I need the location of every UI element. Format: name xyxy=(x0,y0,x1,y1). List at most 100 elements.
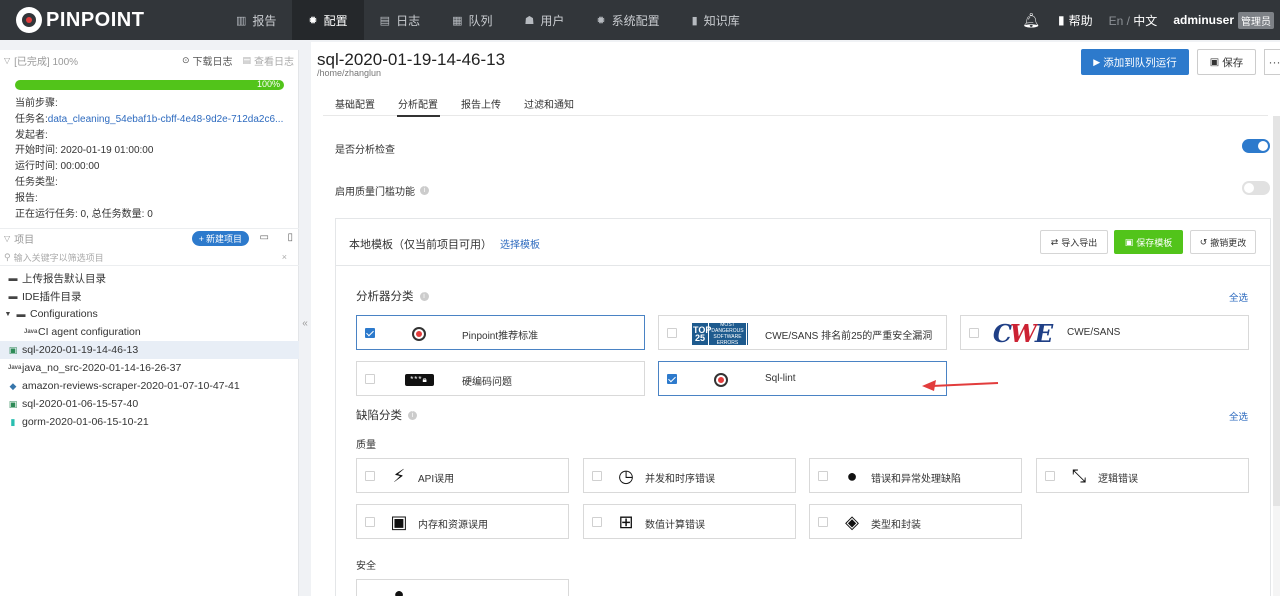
logo-text: PINPOINT xyxy=(46,8,145,31)
defect-card-logic[interactable]: ⤡ 逻辑错误 xyxy=(1036,458,1249,493)
analyzer-card-pinpoint[interactable]: Pinpoint推荐标准 xyxy=(356,315,645,350)
checkbox[interactable] xyxy=(365,517,375,527)
checkbox[interactable] xyxy=(592,471,602,481)
cwe-top25-logo-icon: TOP 25 MOST DANGEROUS SOFTWARE ERRORS xyxy=(691,320,749,347)
info-icon[interactable]: i xyxy=(420,186,429,195)
save-button[interactable]: ▣ 保存 xyxy=(1197,49,1256,75)
checkbox[interactable] xyxy=(592,517,602,527)
checkbox[interactable] xyxy=(365,328,375,338)
tab-basic-config[interactable]: 基础配置 xyxy=(323,94,386,116)
checkbox[interactable] xyxy=(1045,471,1055,481)
tree-item-gorm[interactable]: ▮ gorm-2020-01-06-15-10-21 xyxy=(0,413,299,431)
config-tabs: 基础配置 分析配置 报告上传 过滤和通知 xyxy=(323,94,1268,117)
checkbox[interactable] xyxy=(969,328,979,338)
trash-icon[interactable]: ▯ xyxy=(287,232,293,243)
help-link[interactable]: ▮ 帮助 xyxy=(1058,12,1093,29)
new-project-button[interactable]: + 新建项目 xyxy=(191,231,249,246)
chip-icon: ▣ xyxy=(390,512,408,532)
analysis-check-toggle[interactable] xyxy=(1242,139,1270,153)
tree-item-amazon[interactable]: ◆ amazon-reviews-scraper-2020-01-07-10-47… xyxy=(0,377,299,395)
view-log-button[interactable]: ▤ 查看日志 xyxy=(242,53,294,68)
quality-gate-toggle[interactable] xyxy=(1242,181,1270,195)
save-template-button[interactable]: ▣ 保存模板 xyxy=(1114,230,1183,254)
scrollbar-thumb[interactable] xyxy=(1273,116,1280,506)
folder-icon: ▬ xyxy=(8,273,18,283)
undo-icon: ↺ xyxy=(1199,236,1208,247)
tree-item-upload-default[interactable]: ▬ 上传报告默认目录 xyxy=(0,269,299,287)
info-icon[interactable]: i xyxy=(419,291,429,301)
checkbox[interactable] xyxy=(667,328,677,338)
undo-changes-button[interactable]: ↺ 撤销更改 xyxy=(1190,230,1256,254)
analyzer-card-hardcode[interactable]: ***🔒︎ 硬编码问题 xyxy=(356,361,645,396)
bell-icon[interactable]: 🔔︎ xyxy=(1022,12,1040,29)
info-icon[interactable]: i xyxy=(408,410,417,420)
password-icon: ***🔒︎ xyxy=(403,367,435,392)
top-nav: PINPOINT ▥ 报告 ✹ 配置 ▤ 日志 ▦ 队列 ☗ 用户 ✹ 系统配置 ▮ 知识库 … xyxy=(0,0,1280,40)
folder-open-icon[interactable]: ▭ xyxy=(260,232,269,243)
task-status-header: ▽ [已完成] 100% ⊙ 下载日志 ▤ 查看日志 xyxy=(0,50,298,70)
chevron-down-icon[interactable]: ▼ xyxy=(4,311,12,318)
nav-item-system-config[interactable]: ✹ 系统配置 xyxy=(580,0,675,40)
clock-icon: ◷ xyxy=(618,466,634,486)
java-icon: Java xyxy=(8,365,22,371)
defect-card-memory[interactable]: ▣ 内存和资源误用 xyxy=(356,504,569,539)
nav-item-reports[interactable]: ▥ 报告 xyxy=(220,0,292,40)
role-badge: 管理员 xyxy=(1238,11,1274,29)
checkbox[interactable] xyxy=(365,471,375,481)
gear-icon: ✹ xyxy=(596,14,606,27)
tab-analysis-config[interactable]: 分析配置 xyxy=(386,94,449,117)
defect-card-security-first[interactable]: ● xyxy=(356,579,569,596)
user-name[interactable]: adminuser xyxy=(1173,13,1234,27)
app-logo[interactable]: PINPOINT xyxy=(0,0,220,40)
tree-item-ci-agent[interactable]: Java CI agent configuration xyxy=(0,323,299,341)
nav-item-logs[interactable]: ▤ 日志 xyxy=(364,0,436,40)
tree-item-sql-selected[interactable]: ▣ sql-2020-01-19-14-46-13 xyxy=(0,341,299,359)
cwe-logo-icon: CWE xyxy=(992,319,1053,348)
download-log-button[interactable]: ⊙ 下载日志 xyxy=(182,53,233,68)
task-name-link[interactable]: data_cleaning_54ebaf1b-cbff-4e48-9d2e-71… xyxy=(48,114,284,125)
nav-item-queue[interactable]: ▦ 队列 xyxy=(436,0,508,40)
sidebar: ▽ [已完成] 100% ⊙ 下载日志 ▤ 查看日志 100% 当前步骤: 任务名:… xyxy=(0,50,299,596)
python-icon: ◆ xyxy=(9,380,17,391)
tab-filter-notify[interactable]: 过滤和通知 xyxy=(512,94,585,116)
compress-arrows-icon: ⤡ xyxy=(1071,466,1087,486)
quality-subtitle: 质量 xyxy=(356,440,376,451)
analyzer-card-sql-lint[interactable]: Sql-lint xyxy=(658,361,947,396)
defect-card-numeric[interactable]: ⊞ 数值计算错误 xyxy=(583,504,796,539)
folder-open-icon: ▬ xyxy=(16,309,26,319)
nav-item-knowledge[interactable]: ▮ 知识库 xyxy=(676,0,756,40)
task-progress-bar: 100% xyxy=(15,79,284,90)
language-switch[interactable]: En / 中文 xyxy=(1109,12,1158,29)
defect-card-concurrency[interactable]: ◷ 并发和时序错误 xyxy=(583,458,796,493)
tree-item-sql-0106[interactable]: ▣ sql-2020-01-06-15-57-40 xyxy=(0,395,299,413)
tree-item-configurations[interactable]: ▼ ▬ Configurations xyxy=(0,305,299,323)
defect-select-all[interactable]: 全选 xyxy=(1229,409,1248,423)
collapse-sidebar-icon[interactable]: « xyxy=(299,316,311,330)
defect-card-types[interactable]: ◈ 类型和封装 xyxy=(809,504,1022,539)
nav-item-users[interactable]: ☗ 用户 xyxy=(509,0,581,40)
tree-item-ide-plugin[interactable]: ▬ IDE插件目录 xyxy=(0,287,299,305)
checkbox[interactable] xyxy=(818,517,828,527)
analyzer-select-all[interactable]: 全选 xyxy=(1229,290,1248,304)
import-export-button[interactable]: ⇄ 导入导出 xyxy=(1040,230,1108,254)
security-icon: ● xyxy=(385,588,413,596)
analyzer-card-cwe-sans[interactable]: CWE CWE/SANS xyxy=(960,315,1249,350)
select-template-link[interactable]: 选择模板 xyxy=(500,240,540,251)
tree-item-java-no-src[interactable]: Java java_no_src-2020-01-14-16-26-37 xyxy=(0,359,299,377)
checkbox[interactable] xyxy=(365,374,375,384)
more-button[interactable]: ··· xyxy=(1264,49,1280,75)
defect-card-api-misuse[interactable]: ⚡︎ API误用 xyxy=(356,458,569,493)
checkbox[interactable] xyxy=(818,471,828,481)
chevron-down-icon[interactable]: ▽ xyxy=(4,56,10,65)
defect-card-exception[interactable]: ● 错误和异常处理缺陷 xyxy=(809,458,1022,493)
checkbox[interactable] xyxy=(667,374,677,384)
add-to-queue-button[interactable]: ▶ 添加到队列运行 xyxy=(1081,49,1189,75)
analyzer-card-cwe-top25[interactable]: TOP 25 MOST DANGEROUS SOFTWARE ERRORS CWE/SA… xyxy=(658,315,947,350)
chevron-down-icon[interactable]: ▽ xyxy=(4,234,10,243)
pinpoint-logo-icon xyxy=(711,367,731,392)
nav-item-config[interactable]: ✹ 配置 xyxy=(292,0,364,40)
close-icon[interactable]: × xyxy=(282,252,287,262)
document-icon: ▤ xyxy=(242,54,251,65)
project-filter-input[interactable]: ⚲ 输入关键字以筛选项目 × xyxy=(0,249,299,266)
tab-report-upload[interactable]: 报告上传 xyxy=(449,94,512,116)
